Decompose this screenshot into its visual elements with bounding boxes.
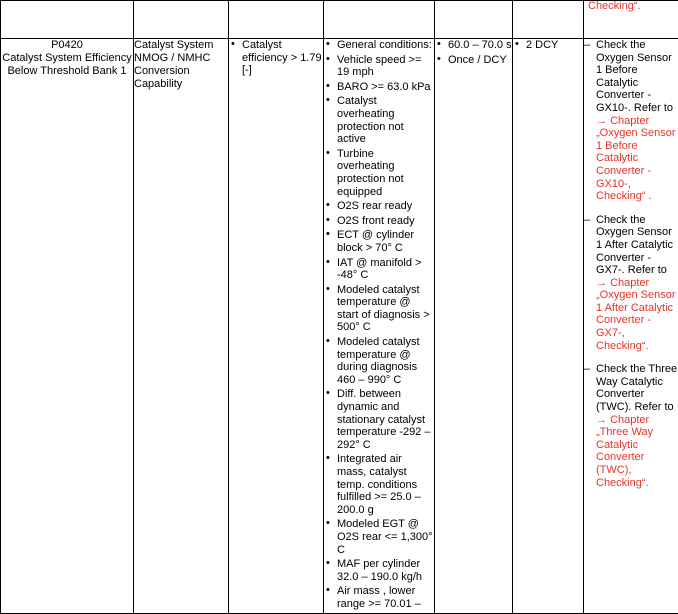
- mil-illumination-list: 2 DCY: [513, 39, 583, 52]
- list-item: Modeled catalyst temperature @ start of …: [324, 284, 434, 334]
- list-item: Turbine overheating protection not equip…: [324, 148, 434, 198]
- remedy-reference-link[interactable]: „Oxygen Sensor 1 Before Catalytic Conver…: [596, 127, 675, 202]
- remedy-chapter-word[interactable]: Chapter: [610, 115, 649, 127]
- arrow-right-icon: →: [596, 277, 607, 289]
- malfunction-criteria-list: Catalyst efficiency > 1.79 [-]: [229, 39, 323, 77]
- list-item: Modeled catalyst temperature @ during di…: [324, 336, 434, 386]
- table-row: P0420 Catalyst System Efficiency Below T…: [1, 39, 678, 614]
- cell-mil-prev: [513, 1, 584, 39]
- list-item: Check the Oxygen Sensor 1 After Catalyti…: [584, 214, 678, 353]
- monitor-text: Catalyst System NMOG / NMHC Conversion C…: [134, 39, 213, 90]
- list-item: ECT @ cylinder block > 70° C: [324, 229, 434, 254]
- cell-malfunction-prev: [229, 1, 324, 39]
- remedy-reference-link[interactable]: „Three Way Catalytic Converter (TWC), Ch…: [596, 426, 653, 488]
- remedy-chapter-word[interactable]: Chapter: [610, 277, 649, 289]
- cell-mil-illumination: 2 DCY: [513, 39, 584, 614]
- secondary-parameters-list: General conditions: Vehicle speed >= 19 …: [324, 39, 434, 611]
- remedy-reference-link[interactable]: „Oxygen Sensor 1 After Catalytic Convert…: [596, 289, 675, 351]
- cell-malfunction-criteria: Catalyst efficiency > 1.79 [-]: [229, 39, 324, 614]
- cell-fault-code-prev: [1, 1, 134, 39]
- list-item: BARO >= 63.0 kPa: [324, 81, 434, 94]
- cell-remedy-prev: Pump Motor -V101-, Checking“.: [584, 1, 678, 39]
- list-item: Air mass , lower range >= 70.01 –: [324, 585, 434, 610]
- monitoring-time-list: 60.0 – 70.0 s Once / DCY: [435, 39, 512, 66]
- list-item: MAF per cylinder 32.0 – 190.0 kg/h: [324, 558, 434, 583]
- cell-monitoring-time: 60.0 – 70.0 s Once / DCY: [435, 39, 513, 614]
- cell-remedies: Check the Oxygen Sensor 1 Before Catalyt…: [584, 39, 678, 614]
- cell-conditions-prev: [324, 1, 435, 39]
- list-item: Diff. between dynamic and stationary cat…: [324, 388, 434, 451]
- cell-monitoring-time-prev: [435, 1, 513, 39]
- remedy-reference-link-prev[interactable]: Pump Motor -V101-, Checking“.: [588, 0, 674, 13]
- arrow-right-icon: →: [596, 414, 607, 426]
- list-item: O2S rear ready: [324, 200, 434, 213]
- list-item: General conditions:: [324, 39, 434, 52]
- remedy-lead-text: Check the Three Way Catalytic Converter …: [596, 363, 677, 413]
- list-item: Vehicle speed >= 19 mph: [324, 54, 434, 79]
- list-item: Modeled EGT @ O2S rear <= 1,300° C: [324, 518, 434, 556]
- list-item: IAT @ manifold > -48° C: [324, 257, 434, 282]
- dtc-table: Pump Motor -V101-, Checking“. P0420 Cata…: [0, 0, 678, 614]
- list-item: Check the Three Way Catalytic Converter …: [584, 363, 678, 489]
- list-item: Catalyst efficiency > 1.79 [-]: [229, 39, 323, 77]
- fault-code-id: P0420: [1, 39, 133, 52]
- list-item: Integrated air mass, catalyst temp. cond…: [324, 453, 434, 516]
- fault-code-description: Catalyst System Efficiency Below Thresho…: [1, 52, 133, 78]
- cell-monitor-prev: [134, 1, 229, 39]
- remedies-list: Check the Oxygen Sensor 1 Before Catalyt…: [584, 39, 678, 489]
- list-item: Check the Oxygen Sensor 1 Before Catalyt…: [584, 39, 678, 203]
- list-item: 2 DCY: [513, 39, 583, 52]
- cell-secondary-parameters: General conditions: Vehicle speed >= 19 …: [324, 39, 435, 614]
- table-row-previous-tail: Pump Motor -V101-, Checking“.: [1, 1, 678, 39]
- remedy-lead-text: Check the Oxygen Sensor 1 After Catalyti…: [596, 214, 673, 276]
- list-item: Catalyst overheating protection not acti…: [324, 95, 434, 145]
- list-item: 60.0 – 70.0 s: [435, 39, 512, 52]
- cell-fault-code: P0420 Catalyst System Efficiency Below T…: [1, 39, 134, 614]
- list-item: O2S front ready: [324, 215, 434, 228]
- list-item: Once / DCY: [435, 54, 512, 67]
- arrow-right-icon: →: [596, 115, 607, 127]
- remedy-chapter-word[interactable]: Chapter: [610, 414, 649, 426]
- remedy-lead-text: Check the Oxygen Sensor 1 Before Catalyt…: [596, 39, 673, 114]
- cell-monitor: Catalyst System NMOG / NMHC Conversion C…: [134, 39, 229, 614]
